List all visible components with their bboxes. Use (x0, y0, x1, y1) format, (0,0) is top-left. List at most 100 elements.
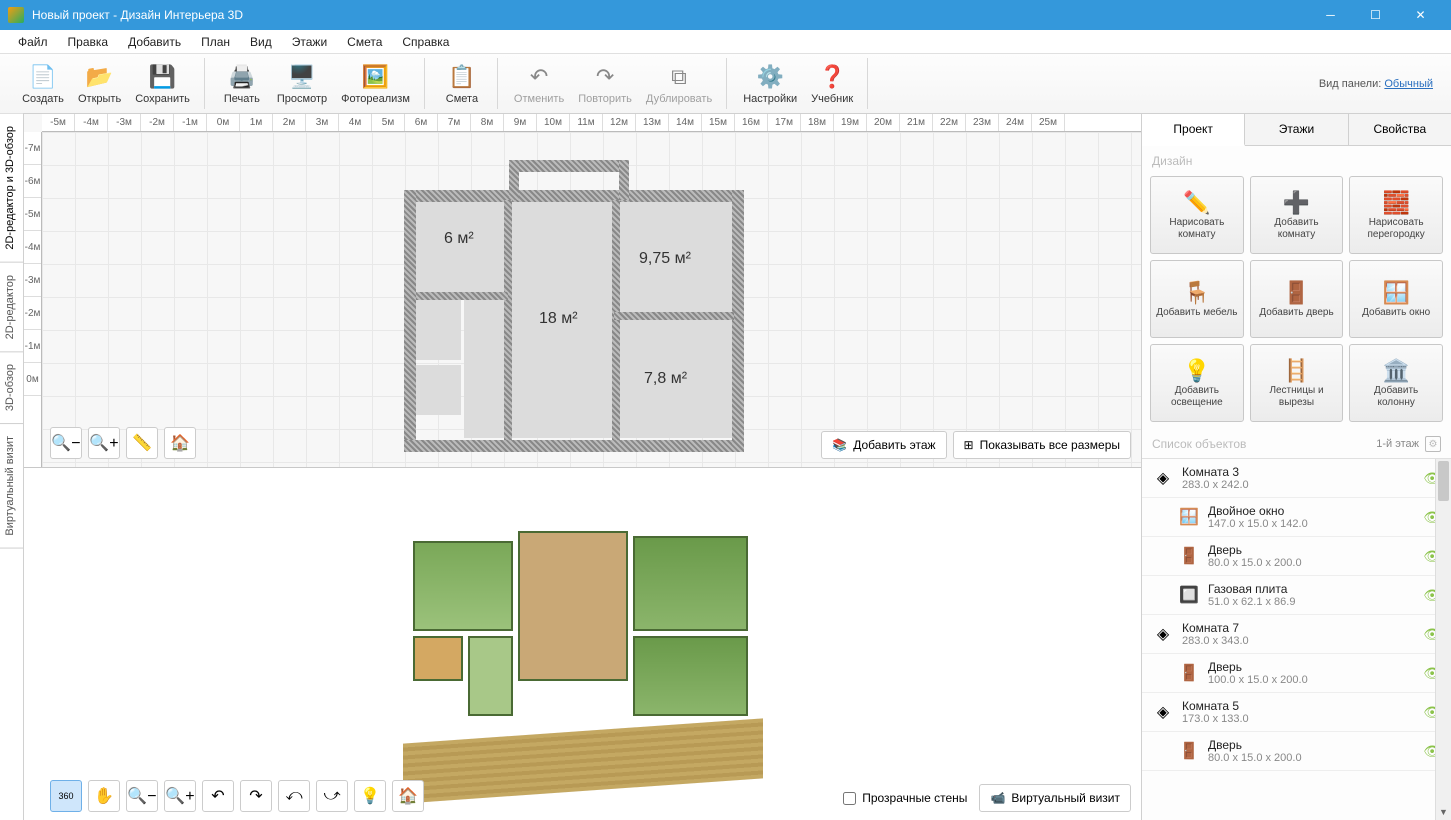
toolbar-estimate[interactable]: 📋Смета (435, 61, 489, 107)
object-item[interactable]: ◈Комната 3283.0 x 242.0👁 (1142, 459, 1451, 498)
help-icon: ❓ (818, 63, 846, 91)
object-name: Комната 3 (1182, 465, 1423, 479)
design-button-4[interactable]: 🚪Добавить дверь (1250, 260, 1344, 338)
object-item[interactable]: 🪟Двойное окно147.0 x 15.0 x 142.0👁 (1142, 498, 1451, 537)
ruler-tick: 20м (867, 114, 900, 131)
object-item[interactable]: 🔲Газовая плита51.0 x 62.1 x 86.9👁 (1142, 576, 1451, 615)
design-button-label: Добавить дверь (1259, 307, 1333, 319)
save-icon: 💾 (149, 63, 177, 91)
design-button-icon: 🏛️ (1382, 357, 1409, 385)
toolbar-print[interactable]: 🖨️Печать (215, 61, 269, 107)
object-item[interactable]: ◈Комната 7283.0 x 343.0👁 (1142, 615, 1451, 654)
left-view-tabs: 2D-редактор и 3D-обзор 2D-редактор 3D-об… (0, 114, 24, 820)
pane-3d[interactable]: 360 ✋ 🔍− 🔍+ ↶ ↷ ⤺ ⤻ 💡 🏠 Прозрачные стены… (24, 467, 1141, 820)
tilt-down-button[interactable]: ⤻ (316, 780, 348, 812)
scrollbar[interactable]: ▲ ▼ (1435, 459, 1451, 820)
pan-tool[interactable]: ✋ (88, 780, 120, 812)
ruler-tick: 14м (669, 114, 702, 131)
lighting-toggle[interactable]: 💡 (354, 780, 386, 812)
ruler-tick: -4м (24, 231, 41, 264)
design-button-icon: ➕ (1283, 189, 1310, 217)
ruler-tick: 18м (801, 114, 834, 131)
home-3d-button[interactable]: 🏠 (392, 780, 424, 812)
object-name: Дверь (1208, 543, 1423, 557)
design-button-5[interactable]: 🪟Добавить окно (1349, 260, 1443, 338)
home-view-button[interactable]: 🏠 (164, 427, 196, 459)
zoom-out-3d-button[interactable]: 🔍− (126, 780, 158, 812)
ruler-tick: -4м (75, 114, 108, 131)
menu-view[interactable]: Вид (240, 31, 282, 53)
object-item[interactable]: 🚪Дверь80.0 x 15.0 x 200.0👁 (1142, 537, 1451, 576)
ruler-tick: 0м (207, 114, 240, 131)
zoom-in-button[interactable]: 🔍+ (88, 427, 120, 459)
tab-floors[interactable]: Этажи (1245, 114, 1348, 145)
virtual-visit-button[interactable]: 📹Виртуальный визит (979, 784, 1131, 812)
object-item[interactable]: 🚪Дверь100.0 x 15.0 x 200.0👁 (1142, 654, 1451, 693)
toolbar-photorealism[interactable]: 🖼️Фотореализм (335, 61, 416, 107)
object-item[interactable]: 🚪Дверь80.0 x 15.0 x 200.0👁 (1142, 732, 1451, 771)
design-button-0[interactable]: ✏️Нарисовать комнату (1150, 176, 1244, 254)
tab-3d-overview[interactable]: 3D-обзор (0, 352, 23, 424)
zoom-out-button[interactable]: 🔍− (50, 427, 82, 459)
design-button-7[interactable]: 🪜Лестницы и вырезы (1250, 344, 1344, 422)
orbit-360-button[interactable]: 360 (50, 780, 82, 812)
design-button-3[interactable]: 🪑Добавить мебель (1150, 260, 1244, 338)
ruler-tick: -7м (24, 132, 41, 165)
design-button-label: Нарисовать комнату (1155, 217, 1239, 241)
menu-edit[interactable]: Правка (58, 31, 119, 53)
minimize-button[interactable]: ─ (1308, 0, 1353, 30)
toolbar-create[interactable]: 📄Создать (16, 61, 70, 107)
tab-2d-editor[interactable]: 2D-редактор (0, 263, 23, 352)
design-button-6[interactable]: 💡Добавить освещение (1150, 344, 1244, 422)
ruler-tick: 11м (570, 114, 603, 131)
object-list[interactable]: ◈Комната 3283.0 x 242.0👁🪟Двойное окно147… (1142, 458, 1451, 820)
scroll-thumb[interactable] (1438, 461, 1449, 501)
panel-mode-link[interactable]: Обычный (1384, 78, 1433, 90)
design-button-1[interactable]: ➕Добавить комнату (1250, 176, 1344, 254)
tab-2d-3d-combined[interactable]: 2D-редактор и 3D-обзор (0, 114, 23, 263)
tab-virtual-visit[interactable]: Виртуальный визит (0, 424, 23, 549)
toolbar-settings[interactable]: ⚙️Настройки (737, 61, 803, 107)
menu-plan[interactable]: План (191, 31, 240, 53)
zoom-in-3d-button[interactable]: 🔍+ (164, 780, 196, 812)
object-list-settings-icon[interactable]: ⚙ (1425, 436, 1441, 452)
menu-estimate[interactable]: Смета (337, 31, 392, 53)
design-button-label: Добавить колонну (1354, 385, 1438, 409)
design-button-icon: 🪜 (1283, 357, 1310, 385)
tilt-up-button[interactable]: ⤺ (278, 780, 310, 812)
rotate-left-button[interactable]: ↶ (202, 780, 234, 812)
measure-tool[interactable]: 📏 (126, 427, 158, 459)
maximize-button[interactable]: ☐ (1353, 0, 1398, 30)
design-button-2[interactable]: 🧱Нарисовать перегородку (1349, 176, 1443, 254)
transparent-walls-checkbox[interactable]: Прозрачные стены (843, 791, 967, 805)
toolbar-open[interactable]: 📂Открыть (72, 61, 127, 107)
ruler-horizontal: -5м-4м-3м-2м-1м0м1м2м3м4м5м6м7м8м9м10м11… (42, 114, 1141, 132)
close-button[interactable]: ✕ (1398, 0, 1443, 30)
add-floor-button[interactable]: 📚Добавить этаж (821, 431, 946, 459)
toolbar-save[interactable]: 💾Сохранить (129, 61, 196, 107)
rotate-right-button[interactable]: ↷ (240, 780, 272, 812)
menu-file[interactable]: Файл (8, 31, 58, 53)
toolbar-tutorial[interactable]: ❓Учебник (805, 61, 859, 107)
ruler-tick: 17м (768, 114, 801, 131)
object-dimensions: 173.0 x 133.0 (1182, 713, 1423, 725)
object-item[interactable]: ◈Комната 5173.0 x 133.0👁 (1142, 693, 1451, 732)
ruler-tick: 2м (273, 114, 306, 131)
menu-floors[interactable]: Этажи (282, 31, 337, 53)
design-button-8[interactable]: 🏛️Добавить колонну (1349, 344, 1443, 422)
pane-2d[interactable]: -5м-4м-3м-2м-1м0м1м2м3м4м5м6м7м8м9м10м11… (24, 114, 1141, 467)
menu-add[interactable]: Добавить (118, 31, 191, 53)
show-dimensions-button[interactable]: ⊞Показывать все размеры (953, 431, 1131, 459)
toolbar-preview[interactable]: 🖥️Просмотр (271, 61, 333, 107)
scroll-down-icon[interactable]: ▼ (1436, 804, 1451, 820)
3d-model[interactable] (403, 501, 763, 761)
floorplan[interactable]: 6 м² 18 м² 9,75 м² 7,8 м² (404, 160, 744, 460)
pane2d-tools: 🔍− 🔍+ 📏 🏠 (50, 427, 196, 459)
object-dimensions: 51.0 x 62.1 x 86.9 (1208, 596, 1423, 608)
tab-properties[interactable]: Свойства (1349, 114, 1451, 145)
ruler-tick: -2м (141, 114, 174, 131)
tab-project[interactable]: Проект (1142, 114, 1245, 146)
ruler-tick: 3м (306, 114, 339, 131)
menu-help[interactable]: Справка (392, 31, 459, 53)
toolbar-redo: ↷Повторить (572, 61, 638, 107)
